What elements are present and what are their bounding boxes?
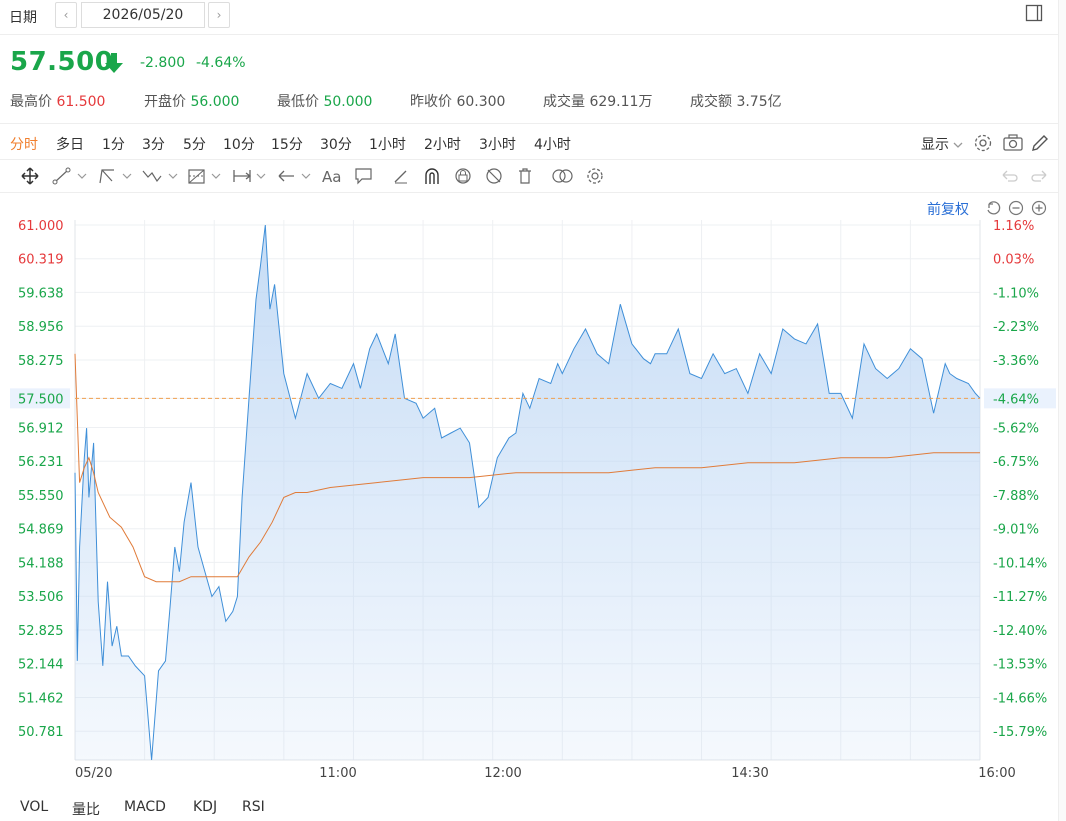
tab-indicator-macd[interactable]: MACD — [124, 799, 166, 815]
tab-indicator-vol[interactable]: VOL — [20, 799, 48, 815]
y-tick-label-left: 58.275 — [18, 354, 64, 369]
tab-indicator-rsi[interactable]: RSI — [242, 799, 265, 815]
y-tick-label-right: -6.75% — [993, 455, 1039, 470]
y-tick-label-right: -15.79% — [993, 725, 1047, 740]
y-tick-label-left: 53.506 — [18, 590, 64, 605]
tab-indicator-volume-ratio[interactable]: 量比 — [72, 799, 100, 819]
x-tick-label: 11:00 — [319, 766, 356, 781]
y-tick-label-left: 52.144 — [18, 658, 64, 673]
y-tick-label-right: -5.62% — [993, 421, 1039, 436]
y-tick-label-left: 56.912 — [18, 421, 64, 436]
x-tick-label: 16:00 — [978, 766, 1015, 781]
y-tick-label-right: -14.66% — [993, 691, 1047, 706]
intraday-chart[interactable]: 61.000 1.16% 60.319 0.03% 59.638 -1.10% 58.956… — [0, 0, 1058, 790]
y-tick-label-right: -9.01% — [993, 523, 1039, 538]
y-tick-label-left: 54.869 — [18, 523, 64, 538]
y-tick-label-left: 58.956 — [18, 320, 64, 335]
y-tick-label-right: -4.64% — [993, 392, 1039, 407]
y-tick-label-left: 51.462 — [18, 691, 64, 706]
vertical-scrollbar[interactable] — [1058, 0, 1066, 821]
y-tick-label-left: 57.500 — [18, 392, 64, 407]
y-tick-label-left: 61.000 — [18, 219, 64, 234]
y-tick-label-right: -2.23% — [993, 320, 1039, 335]
y-tick-label-right: -3.36% — [993, 354, 1039, 369]
y-tick-label-left: 60.319 — [18, 253, 64, 268]
y-tick-label-left: 50.781 — [18, 725, 64, 740]
y-tick-label-right: -10.14% — [993, 556, 1047, 571]
x-tick-label: 05/20 — [75, 766, 112, 781]
y-tick-label-right: -1.10% — [993, 286, 1039, 301]
x-tick-label: 12:00 — [484, 766, 521, 781]
x-tick-label: 14:30 — [731, 766, 768, 781]
tab-indicator-kdj[interactable]: KDJ — [193, 799, 217, 815]
y-tick-label-right: 0.03% — [993, 253, 1034, 268]
y-tick-label-right: -13.53% — [993, 658, 1047, 673]
y-tick-label-right: -11.27% — [993, 590, 1047, 605]
y-tick-label-right: -7.88% — [993, 489, 1039, 504]
y-tick-label-left: 52.825 — [18, 624, 64, 639]
y-tick-label-right: 1.16% — [993, 219, 1034, 234]
y-tick-label-left: 55.550 — [18, 489, 64, 504]
y-tick-label-left: 54.188 — [18, 556, 64, 571]
y-tick-label-right: -12.40% — [993, 624, 1047, 639]
y-tick-label-left: 56.231 — [18, 455, 64, 470]
price-area — [75, 225, 980, 760]
y-tick-label-left: 59.638 — [18, 286, 64, 301]
